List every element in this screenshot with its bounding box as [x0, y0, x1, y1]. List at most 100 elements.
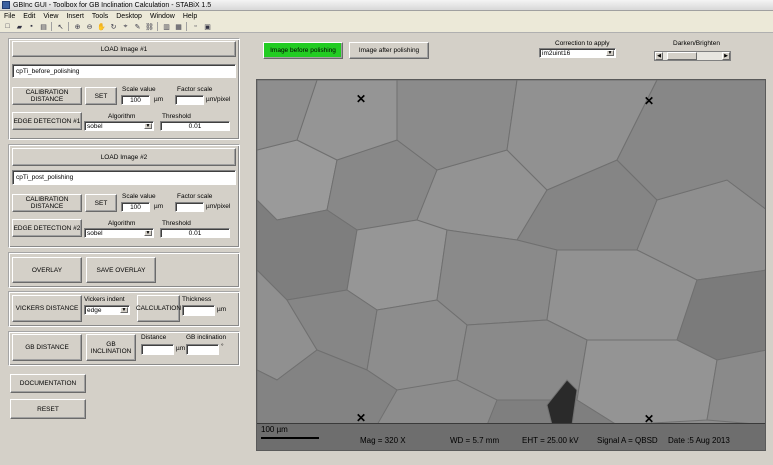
scale-unit2-label: µm: [154, 203, 164, 210]
threshold2-label: Threshold: [162, 220, 191, 227]
save-icon[interactable]: ▪: [27, 22, 36, 31]
gb-inclination-button[interactable]: GB INCLINATION: [86, 334, 136, 361]
menu-help[interactable]: Help: [183, 13, 197, 20]
algorithm1-select[interactable]: sobel ▼: [84, 121, 154, 131]
scale-bar-line: [261, 437, 319, 439]
image2-filename-field[interactable]: cpTi_post_polishing: [12, 170, 236, 185]
menu-file[interactable]: File: [4, 13, 15, 20]
algorithm1-label: Algorithm: [108, 113, 136, 120]
set2-button[interactable]: SET: [85, 194, 117, 212]
grain-structure: [257, 80, 765, 425]
correction-select[interactable]: im2uint16 ▼: [539, 48, 616, 58]
save-overlay-button[interactable]: SAVE OVERLAY: [86, 257, 156, 283]
gb-inclination-field-label: GB inclination: [186, 334, 227, 341]
vickers-indent-marker: ✕: [355, 92, 367, 106]
toolbar-separator: [68, 22, 69, 31]
distance-field-label: Distance: [141, 334, 167, 341]
calibration-distance1-button[interactable]: CALIBRATION DISTANCE: [12, 87, 82, 105]
scale-value2-label: Scale value: [122, 193, 156, 200]
thickness-field[interactable]: [182, 305, 215, 316]
correction-label: Correction to apply: [555, 40, 610, 47]
window-title: GBInc GUI - Toolbox for GB Inclination C…: [13, 1, 212, 9]
menu-insert[interactable]: Insert: [66, 13, 84, 20]
image-after-polishing-button[interactable]: Image after polishing: [349, 42, 429, 59]
scale-value1-field[interactable]: 100: [121, 95, 150, 105]
new-file-icon[interactable]: □: [3, 22, 12, 31]
colorbar-icon[interactable]: ▥: [162, 22, 171, 31]
thickness-label: Thickness: [182, 296, 212, 303]
dropdown-arrow-icon[interactable]: ▼: [144, 230, 152, 236]
distance-field[interactable]: [141, 344, 174, 355]
open-icon[interactable]: ▰: [15, 22, 24, 31]
algorithm1-value: sobel: [87, 122, 103, 130]
inclination-unit-label: °: [221, 343, 224, 350]
slider-thumb[interactable]: [667, 52, 697, 60]
scale-value2-field[interactable]: 100: [121, 202, 150, 212]
dropdown-arrow-icon[interactable]: ▼: [606, 50, 614, 56]
factor-scale2-field[interactable]: [175, 202, 204, 212]
algorithm2-select[interactable]: sobel ▼: [84, 228, 154, 238]
print-icon[interactable]: ▤: [39, 22, 48, 31]
toolbar-separator: [186, 22, 187, 31]
toolbar-separator: [51, 22, 52, 31]
menu-tools[interactable]: Tools: [92, 13, 108, 20]
threshold2-field[interactable]: 0.01: [160, 228, 230, 238]
menu-edit[interactable]: Edit: [23, 13, 35, 20]
algorithm2-value: sobel: [87, 229, 103, 237]
overlay-button[interactable]: OVERLAY: [12, 257, 82, 283]
image1-filename-field[interactable]: cpTi_before_polishing: [12, 64, 236, 78]
dropdown-arrow-icon[interactable]: ▼: [144, 123, 152, 129]
rotate-icon[interactable]: ↻: [109, 22, 118, 31]
pan-icon[interactable]: ✋: [97, 22, 106, 31]
set1-button[interactable]: SET: [85, 87, 117, 105]
factor-scale1-label: Factor scale: [177, 86, 213, 93]
vickers-indent-select[interactable]: edge ▼: [84, 305, 130, 315]
menu-window[interactable]: Window: [150, 13, 175, 20]
darken-brighten-slider[interactable]: ◀ ▶: [654, 51, 731, 61]
show-plot-icon[interactable]: ▣: [203, 22, 212, 31]
edge-detection2-button[interactable]: EDGE DETECTION #2: [12, 219, 82, 237]
datacursor-icon[interactable]: ⌖: [121, 22, 130, 31]
pointer-icon[interactable]: ↖: [56, 22, 65, 31]
darken-brighten-label: Darken/Brighten: [673, 40, 720, 47]
menu-view[interactable]: View: [43, 13, 58, 20]
gb-distance-button[interactable]: GB DISTANCE: [12, 334, 82, 361]
threshold1-label: Threshold: [162, 113, 191, 120]
hide-plot-icon[interactable]: ▫: [191, 22, 200, 31]
reset-button[interactable]: RESET: [10, 399, 86, 419]
load-image1-button[interactable]: LOAD Image #1: [12, 41, 236, 57]
calibration-distance2-button[interactable]: CALIBRATION DISTANCE: [12, 194, 82, 212]
slider-left-arrow-icon[interactable]: ◀: [655, 52, 663, 60]
factor-unit1-label: µm/pixel: [206, 96, 231, 103]
menu-desktop[interactable]: Desktop: [116, 13, 142, 20]
threshold1-field[interactable]: 0.01: [160, 121, 230, 131]
thickness-unit-label: µm: [217, 306, 227, 313]
correction-value: im2uint16: [542, 49, 571, 57]
menu-bar: File Edit View Insert Tools Desktop Wind…: [0, 11, 773, 21]
brush-icon[interactable]: ✎: [133, 22, 142, 31]
toolbar-separator: [157, 22, 158, 31]
toolbar: □ ▰ ▪ ▤ ↖ ⊕ ⊖ ✋ ↻ ⌖ ✎ ⛓ ▥ ▦ ▫ ▣: [0, 21, 773, 33]
load-image2-button[interactable]: LOAD Image #2: [12, 148, 236, 166]
zoom-in-icon[interactable]: ⊕: [73, 22, 82, 31]
sem-micrograph[interactable]: ✕ ✕ ✕ ✕ 100 µm Mag = 320 X WD = 5.7 mm E…: [256, 79, 766, 451]
slider-right-arrow-icon[interactable]: ▶: [722, 52, 730, 60]
distance-unit-label: µm: [176, 345, 186, 352]
scale-bar-label: 100 µm: [261, 425, 288, 434]
title-bar: GBInc GUI - Toolbox for GB Inclination C…: [0, 0, 773, 11]
documentation-button[interactable]: DOCUMENTATION: [10, 374, 86, 393]
dropdown-arrow-icon[interactable]: ▼: [120, 307, 128, 313]
eht-label: EHT = 25.00 kV: [522, 436, 579, 445]
gb-inclination-field[interactable]: [186, 344, 219, 355]
vickers-distance-button[interactable]: VICKERS DISTANCE: [12, 295, 82, 322]
legend-icon[interactable]: ▦: [174, 22, 183, 31]
zoom-out-icon[interactable]: ⊖: [85, 22, 94, 31]
wd-label: WD = 5.7 mm: [450, 436, 500, 445]
vickers-indent-value: edge: [87, 306, 102, 314]
link-icon[interactable]: ⛓: [145, 22, 154, 31]
calculation-button[interactable]: CALCULATION: [136, 295, 181, 322]
factor-scale1-field[interactable]: [175, 95, 204, 105]
edge-detection1-button[interactable]: EDGE DETECTION #1: [12, 112, 82, 130]
image-before-polishing-button[interactable]: Image before polishing: [263, 42, 343, 59]
mag-label: Mag = 320 X: [360, 436, 406, 445]
